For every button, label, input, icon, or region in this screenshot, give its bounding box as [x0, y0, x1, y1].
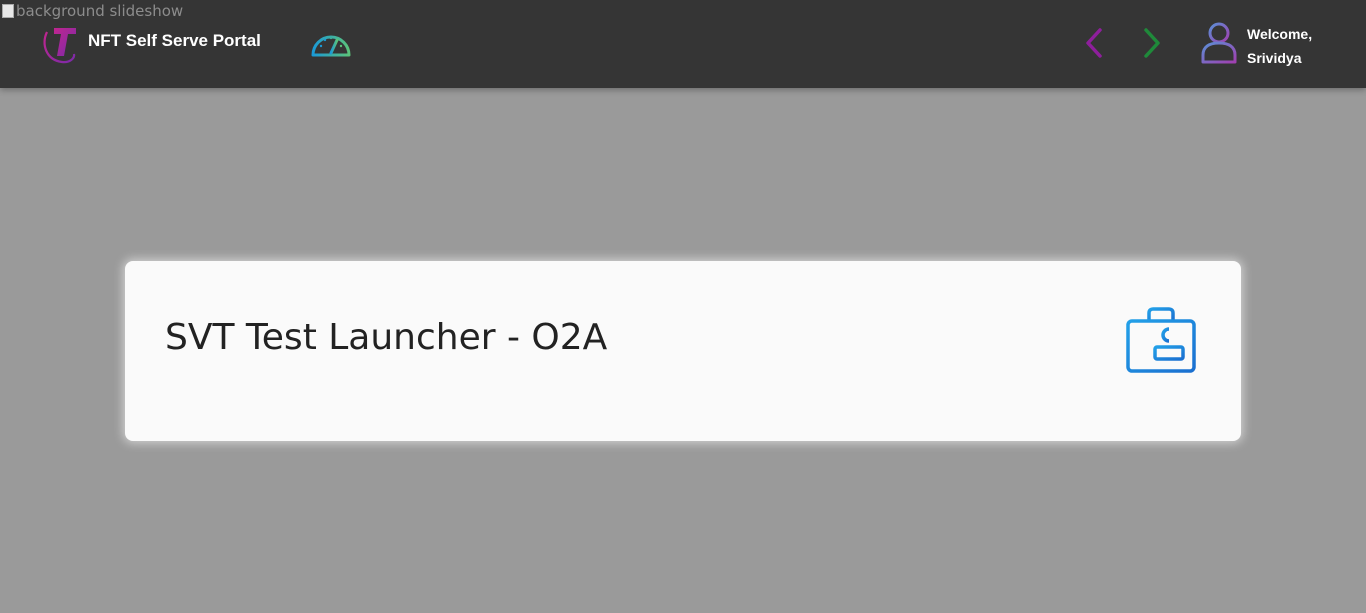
speedometer-gauge-icon[interactable]: [309, 27, 353, 59]
toolbox-icon: [1126, 307, 1196, 373]
chevron-right-icon[interactable]: [1138, 26, 1166, 60]
brand-title[interactable]: NFT Self Serve Portal: [88, 31, 261, 51]
chevron-left-icon[interactable]: [1080, 26, 1108, 60]
telstra-logo-icon[interactable]: [40, 22, 80, 64]
card-title: SVT Test Launcher - O2A: [165, 317, 608, 358]
user-name: Srividya: [1247, 50, 1302, 66]
top-header: NFT Self Serve Portal Welcome, Srividya: [0, 0, 1366, 88]
welcome-greeting: Welcome,: [1247, 26, 1313, 42]
welcome-message: Welcome, Srividya: [1247, 22, 1312, 70]
broken-image-icon: [2, 4, 14, 18]
user-avatar-icon[interactable]: [1199, 21, 1239, 65]
background-slideshow-alt: background slideshow: [16, 2, 184, 20]
svt-test-launcher-card[interactable]: SVT Test Launcher - O2A: [125, 261, 1241, 441]
background-slideshow-image: background slideshow: [2, 2, 183, 20]
